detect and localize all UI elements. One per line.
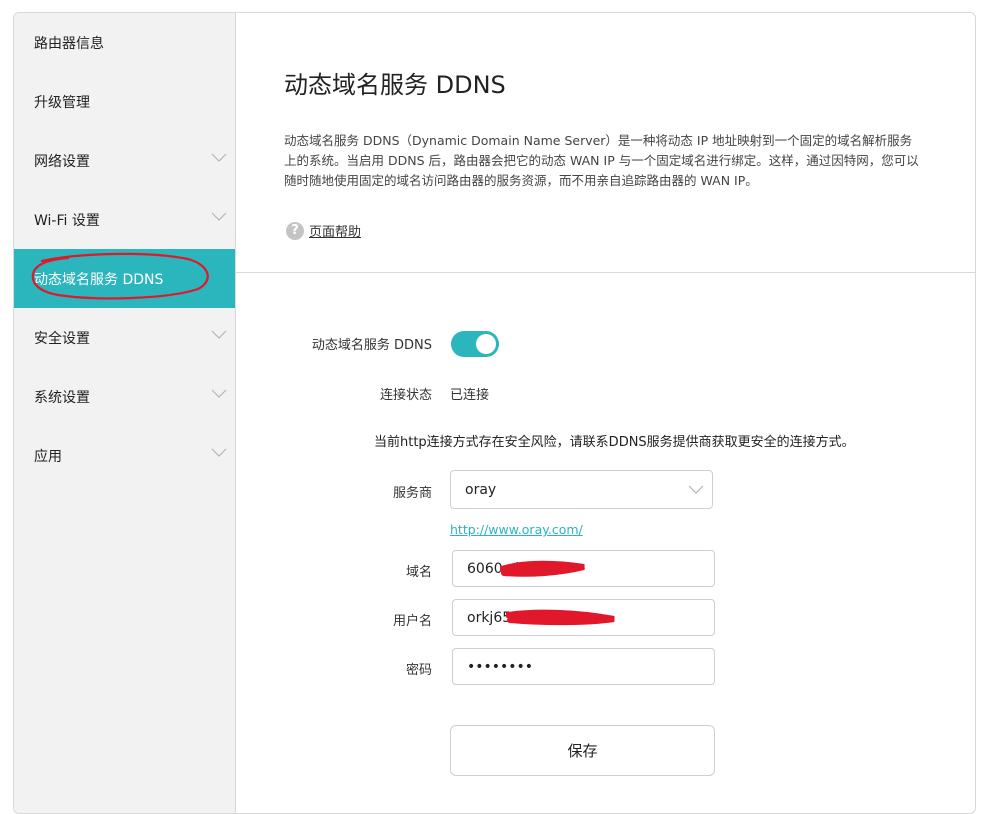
- page-help-link[interactable]: ? 页面帮助: [286, 221, 361, 240]
- chevron-down-icon: [211, 153, 227, 162]
- provider-website-link[interactable]: http://www.oray.com/: [450, 522, 583, 537]
- password-input[interactable]: [467, 658, 697, 675]
- ddns-toggle[interactable]: [451, 331, 499, 357]
- page-description: 动态域名服务 DDNS（Dynamic Domain Name Server）是…: [284, 133, 919, 188]
- sidebar-item-apps[interactable]: 应用: [14, 426, 235, 485]
- domain-input[interactable]: [467, 560, 697, 577]
- provider-label: 服务商: [392, 486, 432, 501]
- sidebar-item-system[interactable]: 系统设置: [14, 367, 235, 426]
- question-circle-icon: ?: [286, 221, 304, 240]
- sidebar-item-label: 系统设置: [34, 389, 90, 406]
- toggle-knob: [476, 334, 496, 354]
- security-warning: 当前http连接方式存在安全风险，请联系DDNS服务提供商获取更安全的连接方式。: [374, 435, 855, 450]
- password-field[interactable]: [452, 648, 715, 685]
- router-admin-window: 路由器信息 升级管理 网络设置 Wi-Fi 设置 动态域名服务 DDNS 安全设…: [13, 12, 976, 814]
- username-field[interactable]: [452, 599, 715, 636]
- sidebar-item-security[interactable]: 安全设置: [14, 308, 235, 367]
- provider-selected-value: oray: [465, 481, 497, 498]
- ddns-toggle-label: 动态域名服务 DDNS: [311, 338, 432, 353]
- sidebar-item-router-info[interactable]: 路由器信息: [14, 13, 235, 72]
- chevron-down-icon: [211, 448, 227, 457]
- sidebar-item-network[interactable]: 网络设置: [14, 131, 235, 190]
- main-content: 动态域名服务 DDNS 动态域名服务 DDNS（Dynamic Domain N…: [236, 13, 975, 813]
- sidebar-item-label: Wi-Fi 设置: [34, 212, 100, 229]
- page-title: 动态域名服务 DDNS: [284, 71, 506, 99]
- page-help-label: 页面帮助: [309, 225, 362, 240]
- sidebar-item-label: 动态域名服务 DDNS: [34, 271, 164, 288]
- status-value: 已连接: [450, 388, 490, 403]
- username-label: 用户名: [392, 614, 432, 629]
- sidebar-item-label: 路由器信息: [34, 35, 104, 52]
- sidebar-item-wifi[interactable]: Wi-Fi 设置: [14, 190, 235, 249]
- domain-label: 域名: [405, 565, 432, 580]
- sidebar: 路由器信息 升级管理 网络设置 Wi-Fi 设置 动态域名服务 DDNS 安全设…: [14, 13, 236, 813]
- password-label: 密码: [405, 663, 432, 678]
- sidebar-item-upgrade[interactable]: 升级管理: [14, 72, 235, 131]
- sidebar-item-label: 应用: [34, 448, 62, 465]
- provider-select[interactable]: oray: [450, 470, 713, 509]
- username-input[interactable]: [467, 609, 697, 626]
- sidebar-item-label: 升级管理: [34, 94, 90, 111]
- sidebar-item-label: 安全设置: [34, 330, 90, 347]
- status-label: 连接状态: [379, 388, 432, 403]
- chevron-down-icon: [688, 485, 704, 494]
- chevron-down-icon: [211, 330, 227, 339]
- save-button[interactable]: 保存: [450, 725, 715, 776]
- sidebar-item-ddns[interactable]: 动态域名服务 DDNS: [14, 249, 235, 308]
- sidebar-item-label: 网络设置: [34, 153, 90, 170]
- domain-field[interactable]: [452, 550, 715, 587]
- chevron-down-icon: [211, 389, 227, 398]
- chevron-down-icon: [211, 212, 227, 221]
- section-divider: [236, 272, 975, 273]
